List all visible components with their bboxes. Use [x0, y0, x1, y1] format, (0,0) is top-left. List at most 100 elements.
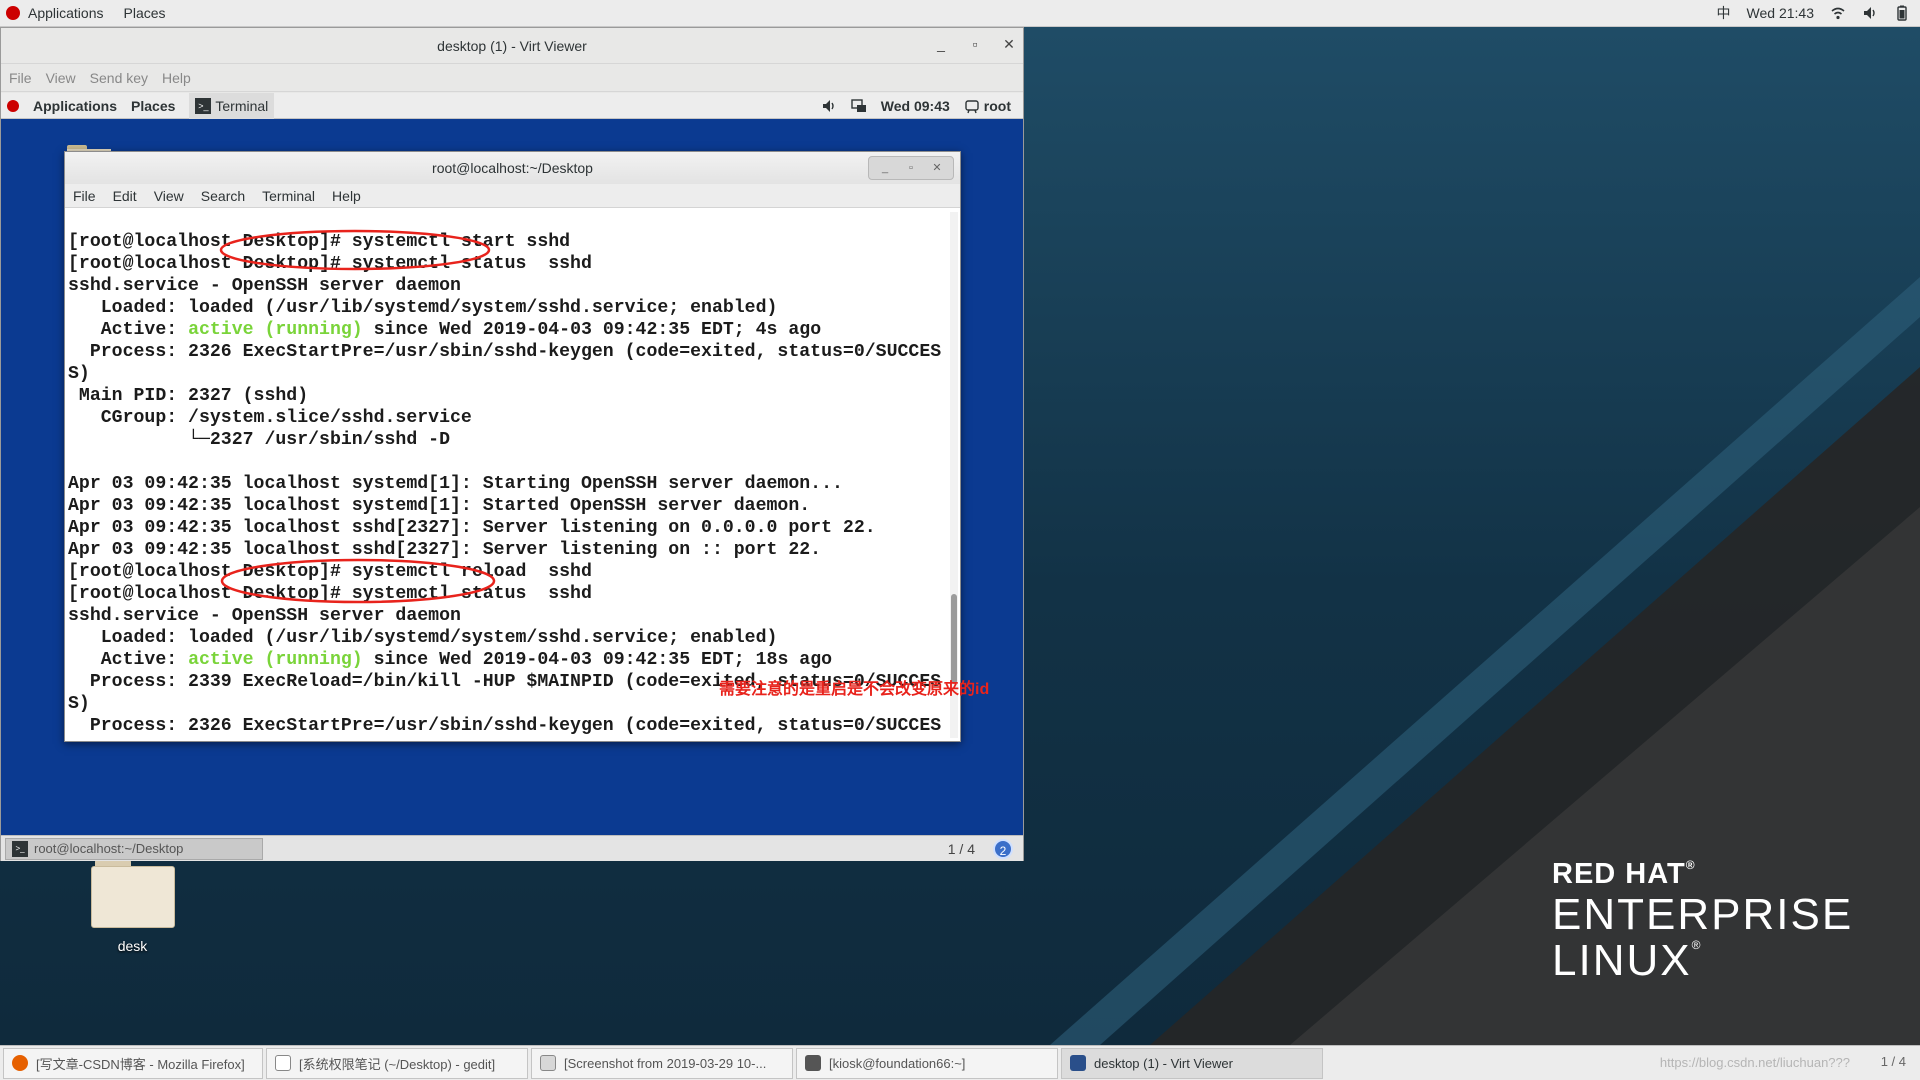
- wifi-icon[interactable]: [1830, 5, 1846, 21]
- terminal-line: [root@localhost Desktop]# systemctl stat…: [68, 584, 592, 604]
- gedit-icon: [275, 1055, 291, 1071]
- terminal-line: [root@localhost Desktop]# systemctl relo…: [68, 562, 592, 582]
- desktop-folder-label: desk: [117, 938, 148, 954]
- host-task-label: [系统权限笔记 (~/Desktop) - gedit]: [299, 1056, 496, 1072]
- terminal-scrollbar-thumb[interactable]: [951, 594, 957, 684]
- host-task-virt-viewer[interactable]: desktop (1) - Virt Viewer: [1061, 1047, 1323, 1079]
- host-task-screenshot[interactable]: [Screenshot from 2019-03-29 10-...: [531, 1047, 793, 1079]
- brand-line-1: RED HAT: [1552, 858, 1686, 890]
- virt-viewer-icon: [1070, 1055, 1086, 1071]
- close-icon[interactable]: ✕: [1001, 36, 1017, 52]
- host-task-gedit[interactable]: [系统权限笔记 (~/Desktop) - gedit]: [266, 1047, 528, 1079]
- guest-top-panel: Applications Places >_ Terminal Wed 09:4…: [1, 93, 1023, 119]
- terminal-line: Apr 03 09:42:35 localhost sshd[2327]: Se…: [68, 518, 876, 538]
- active-status-highlight: active (running): [188, 320, 363, 340]
- brand-line-3: LINUX: [1552, 936, 1692, 985]
- terminal-line: Process: 2326 ExecStartPre=/usr/sbin/ssh…: [68, 342, 942, 362]
- guest-clock[interactable]: Wed 09:43: [881, 98, 950, 114]
- active-status-highlight: active (running): [188, 650, 363, 670]
- rhel-branding: RED HAT® ENTERPRISE LINUX®: [1552, 858, 1854, 985]
- terminal-menu-view[interactable]: View: [154, 188, 184, 204]
- guest-network-icon[interactable]: [851, 98, 867, 114]
- terminal-line: [root@localhost Desktop]# systemctl star…: [68, 232, 571, 252]
- terminal-line: Apr 03 09:42:35 localhost sshd[2327]: Se…: [68, 540, 822, 560]
- virt-viewer-window[interactable]: desktop (1) - Virt Viewer _ ▫ ✕ File Vie…: [0, 27, 1024, 861]
- guest-display[interactable]: Applications Places >_ Terminal Wed 09:4…: [1, 93, 1023, 861]
- terminal-line: Apr 03 09:42:35 localhost systemd[1]: St…: [68, 474, 843, 494]
- menu-help[interactable]: Help: [162, 70, 191, 86]
- desktop-folder-desk[interactable]: desk: [85, 858, 180, 954]
- guest-task-terminal[interactable]: >_ root@localhost:~/Desktop: [5, 837, 263, 860]
- annotation-note: 需要注意的是重启是不会改变原来的id: [719, 681, 990, 698]
- menu-view[interactable]: View: [46, 70, 76, 86]
- host-task-firefox[interactable]: [写文章-CSDN博客 - Mozilla Firefox]: [3, 1047, 263, 1079]
- terminal-line: S): [68, 364, 90, 384]
- terminal-menu-edit[interactable]: Edit: [113, 188, 137, 204]
- terminal-output[interactable]: [root@localhost Desktop]# systemctl star…: [65, 208, 948, 742]
- minimize-icon[interactable]: _: [933, 36, 949, 52]
- terminal-icon: [805, 1055, 821, 1071]
- watermark-text: https://blog.csdn.net/liuchuan???: [1659, 1055, 1850, 1070]
- input-method-indicator[interactable]: 中: [1717, 3, 1731, 23]
- host-clock[interactable]: Wed 21:43: [1747, 5, 1814, 21]
- host-places-menu[interactable]: Places: [116, 5, 178, 21]
- terminal-line: CGroup: /system.slice/sshd.service: [68, 408, 472, 428]
- host-top-panel: Applications Places 中 Wed 21:43: [0, 0, 1920, 27]
- terminal-line: [root@localhost Desktop]# systemctl stat…: [68, 254, 592, 274]
- guest-taskbar: >_ root@localhost:~/Desktop 1 / 4 2: [1, 835, 1023, 861]
- terminal-menu-file[interactable]: File: [73, 188, 96, 204]
- terminal-scrollbar[interactable]: [950, 212, 958, 738]
- menu-send-key[interactable]: Send key: [90, 70, 148, 86]
- terminal-line: sshd.service - OpenSSH server daemon: [68, 276, 461, 296]
- brand-line-2: ENTERPRISE: [1552, 890, 1854, 939]
- terminal-line: Loaded: loaded (/usr/lib/systemd/system/…: [68, 628, 778, 648]
- guest-notification-badge[interactable]: 2: [993, 838, 1013, 859]
- menu-file[interactable]: File: [9, 70, 32, 86]
- host-workspace-pager[interactable]: 1 / 4: [1881, 1054, 1906, 1069]
- guest-terminal-tab[interactable]: >_ Terminal: [189, 93, 275, 119]
- terminal-menu-help[interactable]: Help: [332, 188, 361, 204]
- firefox-icon: [12, 1055, 28, 1071]
- terminal-window[interactable]: root@localhost:~/Desktop _ ▫ ✕ File Edit…: [64, 151, 961, 742]
- terminal-menu-search[interactable]: Search: [201, 188, 245, 204]
- guest-terminal-tab-label: Terminal: [215, 97, 269, 114]
- volume-icon[interactable]: [1862, 5, 1878, 21]
- battery-icon[interactable]: [1894, 5, 1910, 21]
- guest-task-label: root@localhost:~/Desktop: [34, 841, 184, 856]
- host-taskbar: [写文章-CSDN博客 - Mozilla Firefox] [系统权限笔记 (…: [0, 1045, 1920, 1080]
- window-title: desktop (1) - Virt Viewer: [437, 37, 587, 54]
- terminal-close-icon[interactable]: ✕: [925, 159, 949, 177]
- terminal-line: Apr 03 09:42:35 localhost systemd[1]: St…: [68, 496, 811, 516]
- guest-redhat-logo-icon: [7, 99, 19, 112]
- terminal-line: Active: active (running) since Wed 2019-…: [68, 650, 833, 670]
- terminal-titlebar[interactable]: root@localhost:~/Desktop _ ▫ ✕: [65, 152, 960, 184]
- host-applications-menu[interactable]: Applications: [20, 5, 116, 21]
- host-task-label: desktop (1) - Virt Viewer: [1094, 1055, 1233, 1071]
- guest-user-icon[interactable]: [964, 98, 980, 114]
- image-viewer-icon: [540, 1055, 556, 1071]
- guest-volume-icon[interactable]: [821, 98, 837, 114]
- terminal-line: Process: 2326 ExecStartPre=/usr/sbin/ssh…: [68, 716, 942, 736]
- terminal-line: sshd.service - OpenSSH server daemon: [68, 606, 461, 626]
- host-task-label: [kiosk@foundation66:~]: [829, 1055, 966, 1071]
- terminal-icon: >_: [195, 97, 212, 114]
- terminal-line: Active: active (running) since Wed 2019-…: [68, 320, 822, 340]
- host-task-terminal[interactable]: [kiosk@foundation66:~]: [796, 1047, 1058, 1079]
- terminal-maximize-icon[interactable]: ▫: [899, 159, 923, 177]
- terminal-line: Loaded: loaded (/usr/lib/systemd/system/…: [68, 298, 778, 318]
- guest-workspace-pager[interactable]: 1 / 4: [948, 841, 975, 857]
- host-task-label: [写文章-CSDN博客 - Mozilla Firefox]: [36, 1056, 245, 1072]
- terminal-menu-terminal[interactable]: Terminal: [262, 188, 315, 204]
- terminal-line: Main PID: 2327 (sshd): [68, 386, 309, 406]
- virt-viewer-titlebar[interactable]: desktop (1) - Virt Viewer _ ▫ ✕: [1, 28, 1023, 64]
- terminal-menubar: File Edit View Search Terminal Help: [65, 184, 960, 208]
- guest-applications-menu[interactable]: Applications: [33, 98, 117, 114]
- maximize-icon[interactable]: ▫: [967, 36, 983, 52]
- guest-user-name[interactable]: root: [984, 98, 1011, 114]
- redhat-logo-icon: [6, 6, 20, 20]
- terminal-minimize-icon[interactable]: _: [873, 159, 897, 177]
- host-task-label: [Screenshot from 2019-03-29 10-...: [564, 1055, 767, 1071]
- guest-places-menu[interactable]: Places: [131, 98, 175, 114]
- terminal-line: └─2327 /usr/sbin/sshd -D: [68, 430, 450, 450]
